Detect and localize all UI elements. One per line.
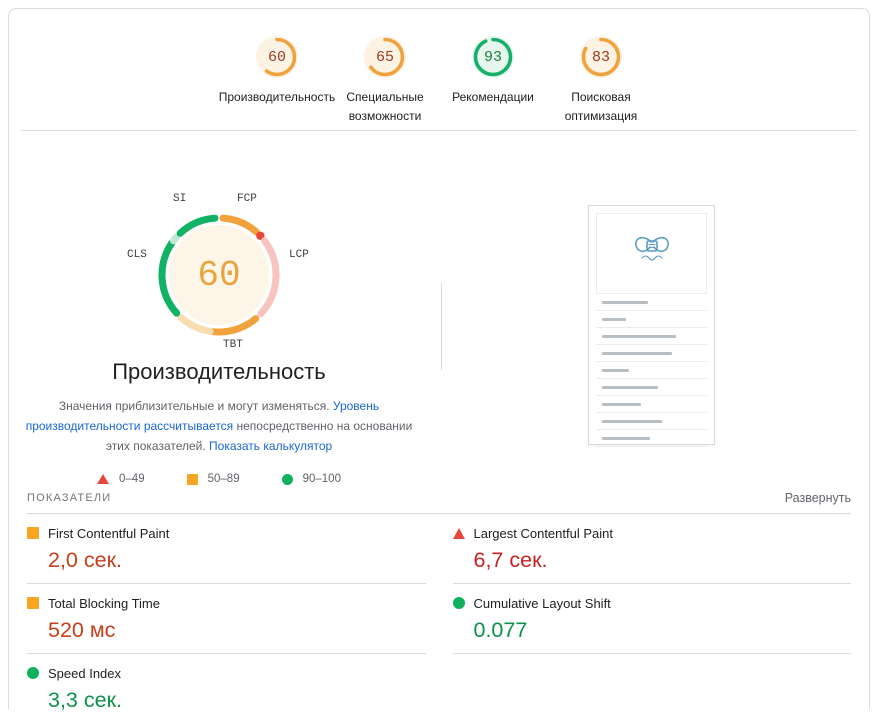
metric-cumulative-layout-shift: Cumulative Layout Shift 0.077 <box>453 584 852 654</box>
square-icon <box>27 527 39 539</box>
legend-average: 50–89 <box>187 473 240 485</box>
thumbnail-menu-row <box>596 294 707 311</box>
seo-score-value: 83 <box>579 35 623 79</box>
square-icon <box>187 474 198 485</box>
metric-speed-index: Speed Index 3,3 сек. <box>27 654 426 723</box>
performance-score-value: 60 <box>255 35 299 79</box>
description-text-1: Значения приблизительные и могут изменят… <box>59 399 333 413</box>
thumbnail-menu-list <box>596 294 707 447</box>
seo-score-gauge: 83 <box>579 35 623 79</box>
legend-pass-range: 90–100 <box>303 473 341 485</box>
thumbnail-header <box>596 213 707 294</box>
legend-fail-range: 0–49 <box>119 473 145 485</box>
metric-largest-contentful-paint: Largest Contentful Paint 6,7 сек. <box>453 514 852 584</box>
site-logo-icon <box>628 234 676 274</box>
thumbnail-menu-row <box>596 379 707 396</box>
performance-description: Значения приблизительные и могут изменят… <box>23 396 415 456</box>
category-performance[interactable]: 60 Производительность <box>223 35 331 130</box>
legend-pass: 90–100 <box>282 473 341 485</box>
metric-first-contentful-paint: First Contentful Paint 2,0 сек. <box>27 514 426 584</box>
seo-score-label: Поисковая оптимизация <box>535 88 667 126</box>
performance-score-gauge: 60 <box>255 35 299 79</box>
metric-value: 520 мс <box>48 617 426 643</box>
report-body: 60 SI FCP LCP TBT CLS Производительность… <box>9 131 869 489</box>
score-legend: 0–49 50–89 90–100 <box>9 473 429 485</box>
triangle-icon <box>453 528 465 539</box>
circle-icon <box>453 597 465 609</box>
performance-title: Производительность <box>9 359 429 385</box>
thumbnail-menu-row <box>596 396 707 413</box>
metrics-grid: First Contentful Paint 2,0 сек. Largest … <box>9 514 869 723</box>
triangle-icon <box>97 474 109 484</box>
accessibility-score-gauge: 65 <box>363 35 407 79</box>
circle-icon <box>27 667 39 679</box>
metric-value: 3,3 сек. <box>48 687 426 713</box>
gauge-label-tbt: TBT <box>223 339 243 351</box>
category-seo[interactable]: 83 Поисковая оптимизация <box>547 35 655 130</box>
metric-value: 2,0 сек. <box>48 547 426 573</box>
best-practices-score-value: 93 <box>471 35 515 79</box>
metric-empty-cell <box>453 654 852 723</box>
best-practices-score-gauge: 93 <box>471 35 515 79</box>
metrics-section-title: ПОКАЗАТЕЛИ <box>27 492 111 504</box>
thumbnail-menu-row <box>596 430 707 447</box>
gauge-label-lcp: LCP <box>289 249 309 261</box>
gauge-label-fcp: FCP <box>237 193 257 205</box>
performance-gauge: 60 SI FCP LCP TBT CLS <box>99 183 339 355</box>
category-accessibility[interactable]: 65 Специальные возможности <box>331 35 439 130</box>
circle-icon <box>282 474 293 485</box>
thumbnail-menu-row <box>596 328 707 345</box>
gauge-label-si: SI <box>173 193 186 205</box>
screenshot-column <box>429 131 869 489</box>
expand-button[interactable]: Развернуть <box>785 491 851 505</box>
thumbnail-menu-row <box>596 345 707 362</box>
category-scores-row: 60 Производительность 65 Специальные воз… <box>9 9 869 130</box>
square-icon <box>27 597 39 609</box>
gauge-label-cls: CLS <box>127 249 147 261</box>
thumbnail-menu-row <box>596 311 707 328</box>
page-screenshot-thumbnail <box>588 205 715 445</box>
lighthouse-report-card: 60 Производительность 65 Специальные воз… <box>8 8 870 709</box>
metrics-header-row: ПОКАЗАТЕЛИ Развернуть <box>9 489 869 513</box>
category-best-practices[interactable]: 93 Рекомендации <box>439 35 547 130</box>
show-calculator-link[interactable]: Показать калькулятор <box>209 439 332 453</box>
legend-average-range: 50–89 <box>208 473 240 485</box>
thumbnail-menu-row <box>596 413 707 430</box>
performance-summary-column: 60 SI FCP LCP TBT CLS Производительность… <box>9 131 429 489</box>
metric-value: 6,7 сек. <box>474 547 852 573</box>
accessibility-score-value: 65 <box>363 35 407 79</box>
legend-fail: 0–49 <box>97 473 145 485</box>
thumbnail-menu-row <box>596 362 707 379</box>
metric-value: 0.077 <box>474 617 852 643</box>
metric-total-blocking-time: Total Blocking Time 520 мс <box>27 584 426 654</box>
performance-gauge-score: 60 <box>153 209 285 341</box>
